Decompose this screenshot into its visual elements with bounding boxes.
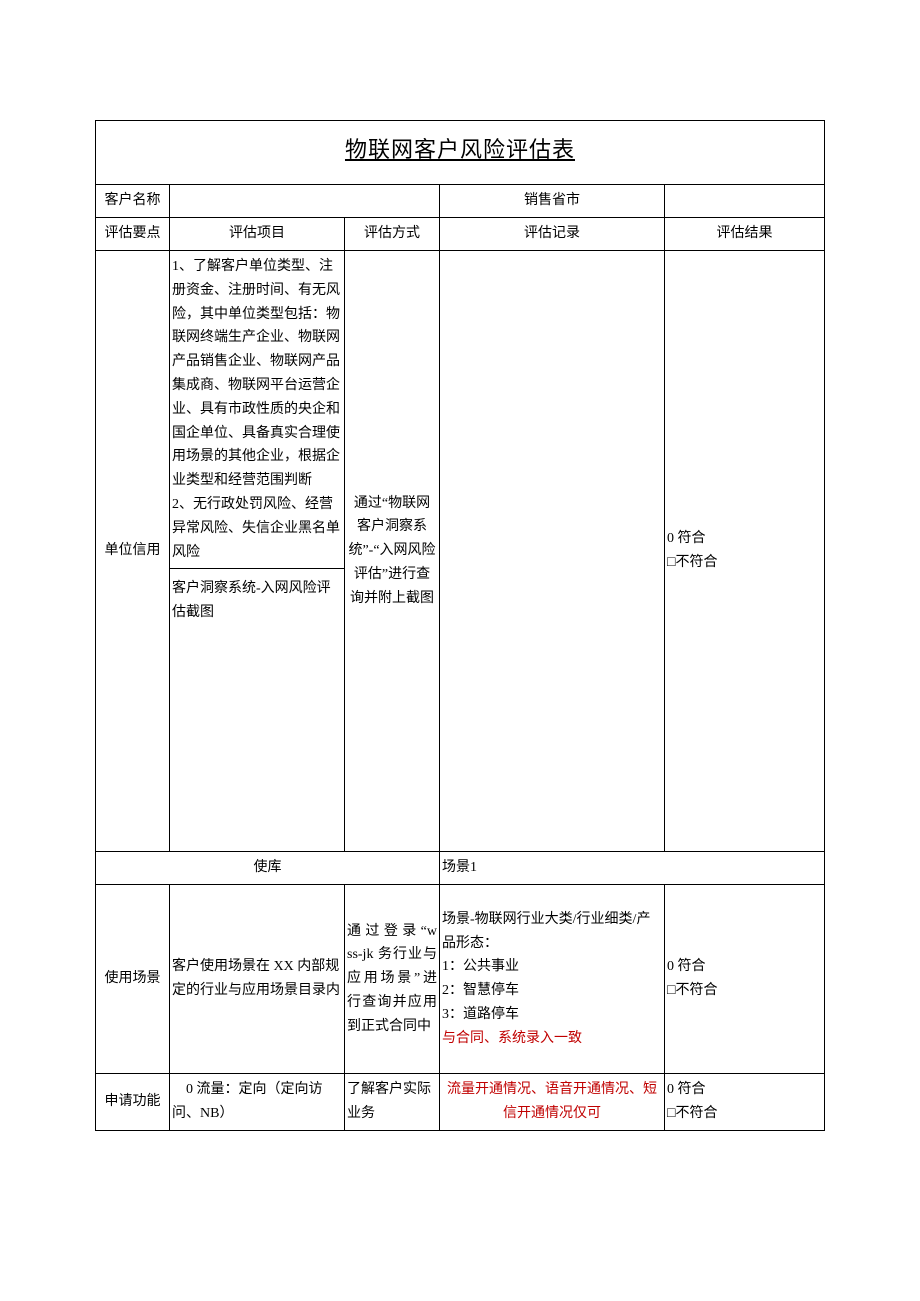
unit-credit-result[interactable]: 0 符合 □不符合 [665,250,825,851]
form-title: 物联网客户风险评估表 [345,137,575,162]
apply-func-record: 流量开通情况、语音开通情况、短信开通情况仅可 [440,1074,665,1131]
result-nonconform: □不符合 [667,1106,717,1121]
title-row: 物联网客户风险评估表 [96,121,825,185]
form-title-cell: 物联网客户风险评估表 [96,121,825,185]
apply-func-label: 申请功能 [96,1074,170,1131]
header-row: 评估要点 评估项目 评估方式 评估记录 评估结果 [96,218,825,251]
scene-header-left: 使库 [96,852,440,885]
unit-credit-row1: 单位信用 1、了解客户单位类型、注册资金、注册时间、有无风险，其中单位类型包括：… [96,250,825,568]
result-conform: 0 符合 [667,959,706,974]
unit-credit-record[interactable] [440,250,665,851]
unit-credit-item2: 客户洞察系统-入网风险评估截图 [170,569,345,852]
hdr-method: 评估方式 [345,218,440,251]
document-page: 物联网客户风险评估表 客户名称 销售省市 评估要点 评估项目 评估方式 评估记录… [0,0,920,1301]
assessment-table: 物联网客户风险评估表 客户名称 销售省市 评估要点 评估项目 评估方式 评估记录… [95,120,825,1131]
result-conform: 0 符合 [667,1082,706,1097]
use-scene-record: 场景-物联网行业大类/行业细类/产品形态： 1：公共事业 2：智慧停车 3：道路… [440,885,665,1074]
use-scene-record-black: 场景-物联网行业大类/行业细类/产品形态： 1：公共事业 2：智慧停车 3：道路… [442,912,650,1022]
unit-credit-item1: 1、了解客户单位类型、注册资金、注册时间、有无风险，其中单位类型包括：物联网终端… [170,250,345,568]
hdr-item: 评估项目 [170,218,345,251]
scene-header-row: 使库 场景1 [96,852,825,885]
use-scene-row: 使用场景 客户使用场景在 XX 内部规定的行业与应用场景目录内 通 过 登 录 … [96,885,825,1074]
apply-func-row: 申请功能 0 流量：定向（定向访问、NB） 了解客户实际业务 流量开通情况、语音… [96,1074,825,1131]
scene-header-right: 场景1 [440,852,825,885]
use-scene-method: 通 过 登 录 “wss-jk 务行业与应用场景”进行查询并应用到正式合同中 [345,885,440,1074]
hdr-result: 评估结果 [665,218,825,251]
unit-credit-label: 单位信用 [96,250,170,851]
result-nonconform: □不符合 [667,983,717,998]
use-scene-item: 客户使用场景在 XX 内部规定的行业与应用场景目录内 [170,885,345,1074]
sales-province-label: 销售省市 [440,185,665,218]
hdr-record: 评估记录 [440,218,665,251]
unit-credit-method: 通过“物联网客户洞察系统”-“入网风险评估”进行查询并附上截图 [345,250,440,851]
use-scene-record-red: 与合同、系统录入一致 [442,1031,582,1046]
customer-row: 客户名称 销售省市 [96,185,825,218]
result-nonconform: □不符合 [667,555,717,570]
use-scene-label: 使用场景 [96,885,170,1074]
apply-func-result[interactable]: 0 符合 □不符合 [665,1074,825,1131]
apply-func-item: 0 流量：定向（定向访问、NB） [170,1074,345,1131]
use-scene-result[interactable]: 0 符合 □不符合 [665,885,825,1074]
sales-province-value[interactable] [665,185,825,218]
hdr-point: 评估要点 [96,218,170,251]
result-conform: 0 符合 [667,531,706,546]
customer-name-value[interactable] [170,185,440,218]
customer-name-label: 客户名称 [96,185,170,218]
apply-func-method: 了解客户实际业务 [345,1074,440,1131]
